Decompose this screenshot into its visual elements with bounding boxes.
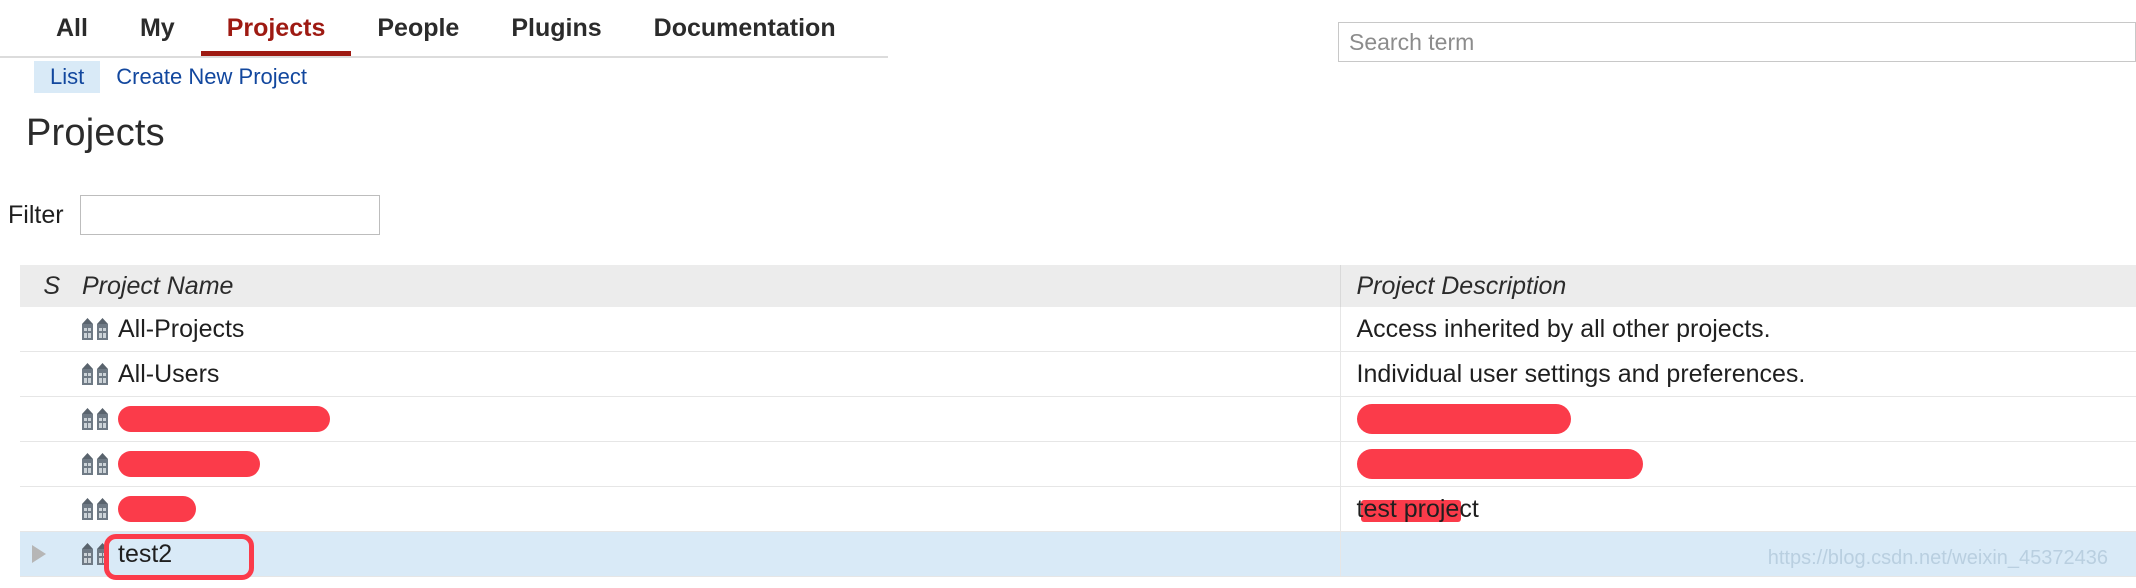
project-description-cell bbox=[1339, 441, 2136, 487]
top-bar: All My Projects People Plugins Documentation … bbox=[0, 0, 2136, 93]
table-row[interactable] bbox=[20, 396, 2136, 442]
row-status-cell bbox=[20, 307, 68, 352]
main-tab-bar: All My Projects People Plugins Documentation bbox=[0, 0, 888, 58]
project-name-label: All-Projects bbox=[118, 314, 245, 343]
table-row[interactable] bbox=[20, 441, 2136, 487]
filter-label: Filter bbox=[8, 200, 64, 229]
project-name-cell[interactable]: test2 bbox=[68, 531, 1340, 580]
project-name-label: All-Users bbox=[118, 359, 220, 388]
project-name-cell[interactable] bbox=[68, 441, 1340, 487]
column-header-name[interactable]: Project Name bbox=[68, 265, 1340, 307]
row-status-cell bbox=[20, 531, 68, 577]
table-header: S Project Name Project Description bbox=[20, 265, 2136, 307]
filter-row: Filter bbox=[8, 195, 380, 235]
project-name-label: test2 bbox=[118, 539, 173, 568]
table-row[interactable]: All-Projects Access inherited by all othe… bbox=[20, 307, 2136, 352]
project-description-label: Individual user settings and preferences… bbox=[1356, 359, 1806, 388]
column-header-status[interactable]: S bbox=[20, 265, 68, 307]
redaction-bar bbox=[118, 406, 330, 432]
main-tab-documentation[interactable]: Documentation bbox=[628, 0, 862, 56]
row-status-cell bbox=[20, 351, 68, 397]
redacted-description: test project bbox=[1357, 495, 1479, 524]
row-status-cell bbox=[20, 486, 68, 532]
search-input[interactable] bbox=[1338, 22, 2136, 62]
table-header-row: S Project Name Project Description bbox=[20, 265, 2136, 307]
project-icon bbox=[82, 363, 108, 385]
redaction-bar bbox=[1356, 449, 1643, 480]
sub-tab-create-new-project[interactable]: Create New Project bbox=[100, 61, 323, 93]
redaction-bar bbox=[1356, 404, 1571, 435]
project-description-cell: Individual user settings and preferences… bbox=[1339, 351, 2136, 397]
row-status-cell bbox=[20, 441, 68, 487]
search-container bbox=[1338, 22, 2136, 62]
table-row[interactable]: All-Users Individual user settings and pr… bbox=[20, 351, 2136, 397]
redaction-bar bbox=[118, 451, 260, 477]
project-name-cell[interactable]: All-Projects bbox=[68, 307, 1340, 352]
main-tab-projects[interactable]: Projects bbox=[200, 0, 352, 56]
project-name-cell[interactable]: All-Users bbox=[68, 351, 1340, 397]
sub-tab-bar: List Create New Project bbox=[0, 60, 323, 94]
project-icon bbox=[82, 453, 108, 475]
project-name-cell[interactable] bbox=[68, 396, 1340, 442]
projects-table: S Project Name Project Description All-P… bbox=[20, 265, 2136, 580]
sub-tab-list[interactable]: List bbox=[34, 61, 101, 93]
main-tab-plugins[interactable]: Plugins bbox=[485, 0, 627, 56]
project-description-label: Access inherited by all other projects. bbox=[1356, 314, 1771, 343]
main-tab-people[interactable]: People bbox=[351, 0, 485, 56]
redaction-bar bbox=[118, 496, 196, 522]
filter-input[interactable] bbox=[79, 195, 380, 235]
project-icon bbox=[82, 543, 108, 565]
watermark: https://blog.csdn.net/weixin_45372436 bbox=[1767, 547, 2108, 569]
project-name-cell[interactable] bbox=[68, 486, 1340, 532]
main-tab-all[interactable]: All bbox=[30, 0, 114, 56]
project-description-cell: test project bbox=[1339, 486, 2136, 532]
table-body: All-Projects Access inherited by all othe… bbox=[20, 307, 2136, 580]
project-icon bbox=[82, 498, 108, 520]
project-description-label: test project bbox=[1356, 494, 1479, 523]
project-icon bbox=[82, 408, 108, 430]
project-icon bbox=[82, 318, 108, 340]
table-row[interactable]: test project bbox=[20, 486, 2136, 532]
page-title: Projects bbox=[26, 112, 165, 154]
project-description-cell: Access inherited by all other projects. bbox=[1339, 307, 2136, 352]
row-status-cell bbox=[20, 396, 68, 442]
column-header-description[interactable]: Project Description bbox=[1339, 265, 2136, 307]
project-description-cell bbox=[1339, 396, 2136, 442]
main-tab-my[interactable]: My bbox=[114, 0, 201, 56]
expand-triangle-icon[interactable] bbox=[32, 545, 46, 563]
